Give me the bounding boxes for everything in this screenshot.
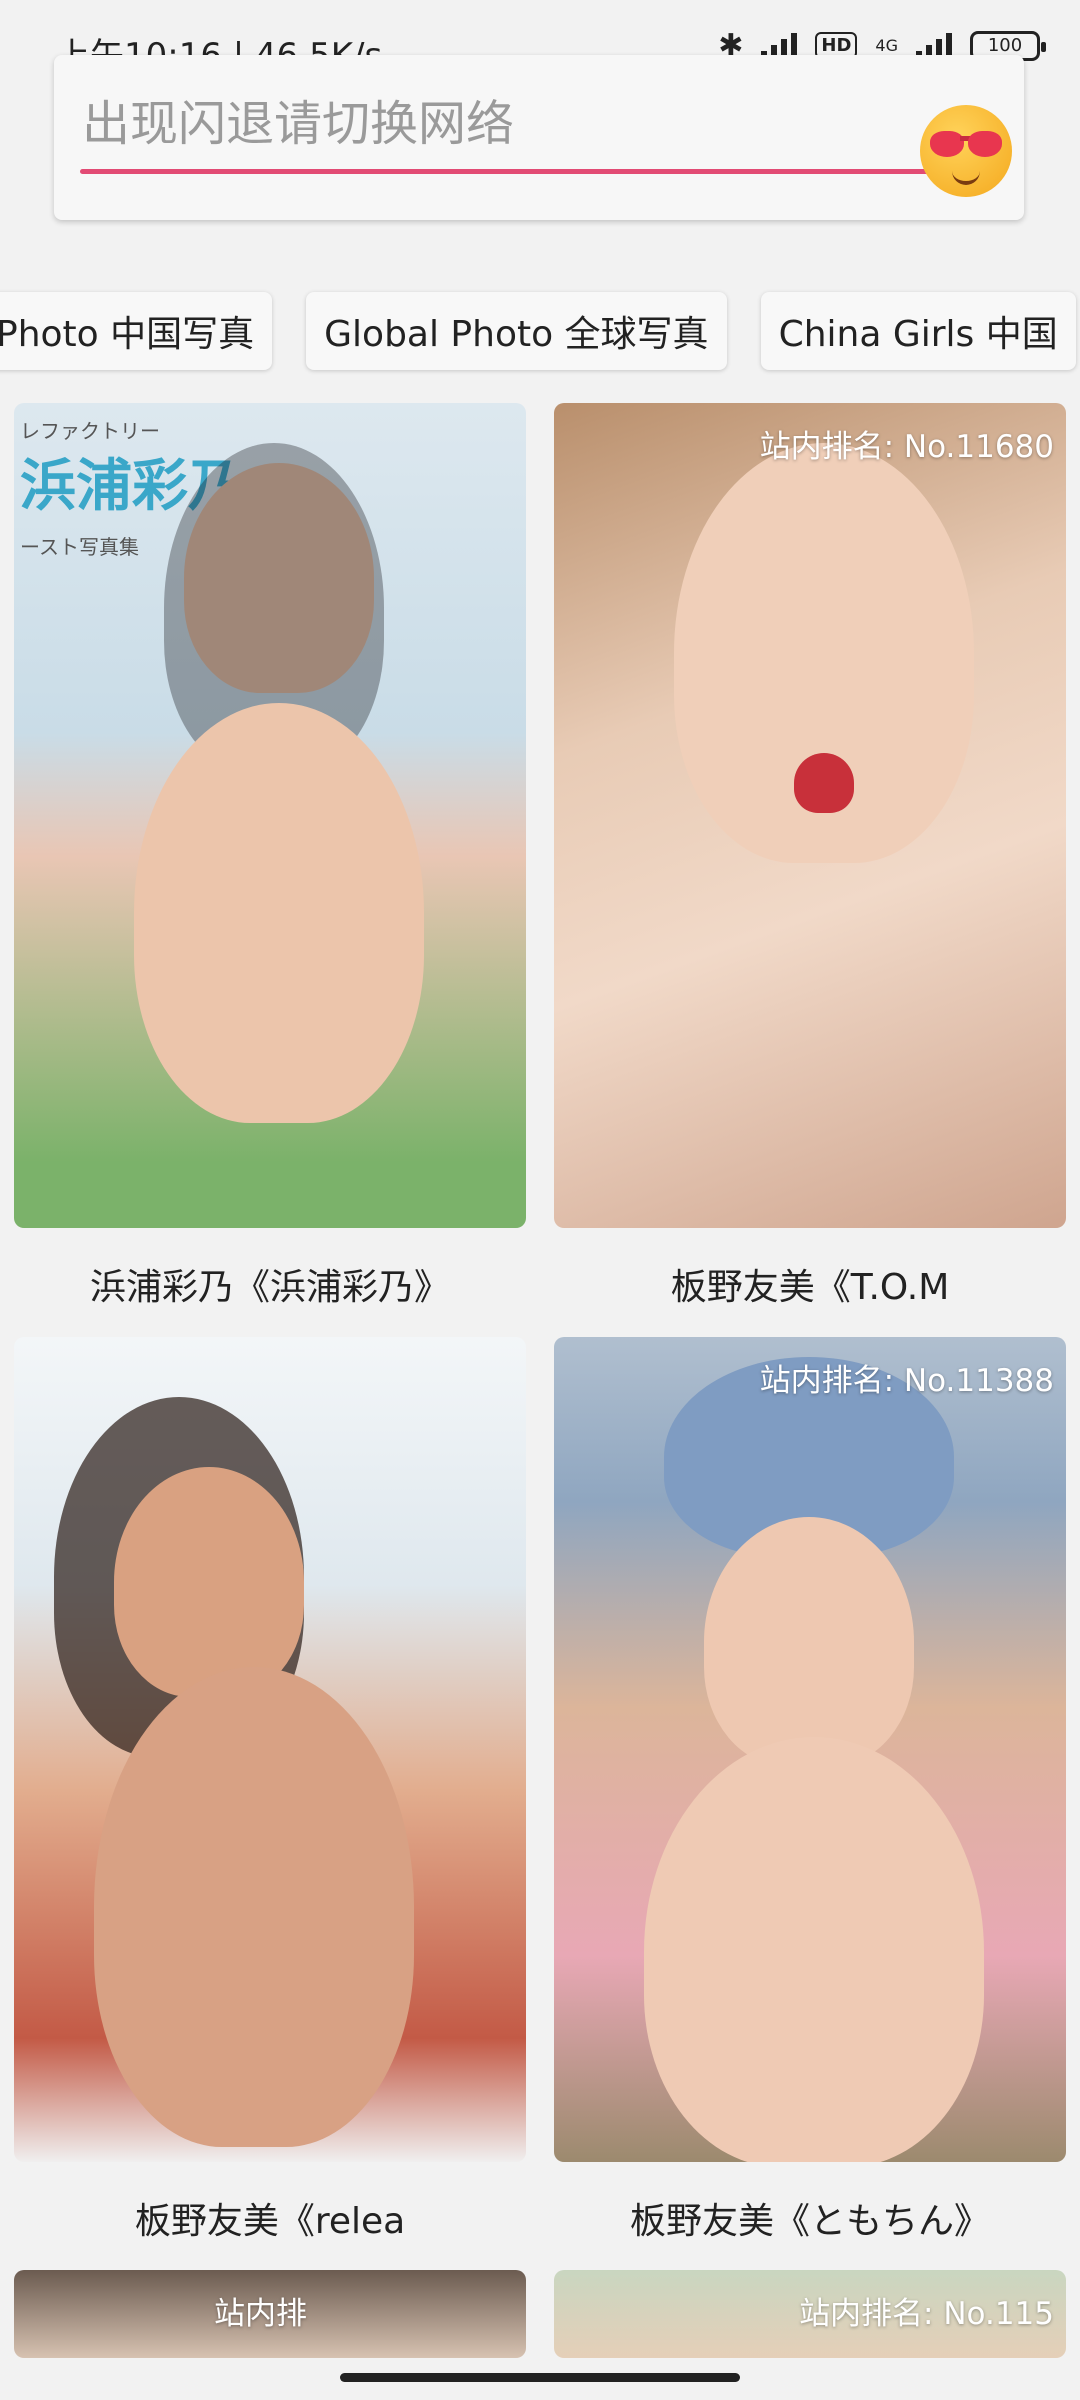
strawberry <box>794 753 854 813</box>
category-chip-global-photo[interactable]: Global Photo 全球写真 <box>306 292 727 370</box>
cover-photo[interactable]: 站内排 <box>14 2270 526 2358</box>
search-input[interactable] <box>80 95 924 153</box>
sunglasses-left-lens <box>930 131 964 157</box>
card-caption[interactable]: 板野友美《relea <box>14 2192 526 2244</box>
gallery-card[interactable]: レファクトリー 浜浦彩乃 ースト写真集 <box>14 403 526 1228</box>
cover-photo[interactable] <box>14 1337 526 2162</box>
category-tabs: Photo 中国写真 Global Photo 全球写真 China Girls… <box>0 292 1076 372</box>
gallery-card[interactable]: 站内排名: No.115 <box>554 2270 1066 2358</box>
sunglasses-right-lens <box>968 131 1002 157</box>
gallery-card[interactable]: 站内排名: No.11680 <box>554 403 1066 1228</box>
category-chip-china-photo[interactable]: Photo 中国写真 <box>0 292 273 370</box>
smile-icon <box>952 171 980 185</box>
battery-level: 100 <box>987 35 1023 56</box>
rank-badge: 站内排名: No.11680 <box>759 429 1054 465</box>
cover-photo[interactable]: 站内排名: No.11388 <box>554 1337 1066 2162</box>
rank-badge: 站内排 <box>214 2296 307 2332</box>
card-caption[interactable]: 板野友美《ともちん》 <box>554 2192 1066 2244</box>
person-body <box>644 1737 984 2162</box>
sunglasses-emoji-avatar[interactable] <box>920 105 1012 197</box>
person-figure <box>704 1517 914 1767</box>
card-caption[interactable]: 板野友美《T.O.M <box>554 1258 1066 1310</box>
person-body <box>134 703 424 1123</box>
card-caption[interactable]: 浜浦彩乃《浜浦彩乃》 <box>14 1258 526 1310</box>
home-indicator[interactable] <box>340 2373 740 2382</box>
search-underline <box>80 169 972 174</box>
gallery-card[interactable]: 站内排 <box>14 2270 526 2358</box>
person-figure <box>114 1467 304 1697</box>
cover-top-text: レファクトリー <box>20 419 160 443</box>
person-body <box>94 1667 414 2147</box>
category-chip-china-girls[interactable]: China Girls 中国 <box>760 292 1076 370</box>
rank-badge: 站内排名: No.11388 <box>759 1363 1054 1399</box>
cover-photo[interactable]: 站内排名: No.115 <box>554 2270 1066 2358</box>
cover-photo[interactable]: レファクトリー 浜浦彩乃 ースト写真集 <box>14 403 526 1228</box>
search-card <box>54 55 1024 220</box>
gallery-card[interactable]: 站内排名: No.11388 <box>554 1337 1066 2162</box>
rank-badge: 站内排名: No.115 <box>799 2296 1054 2332</box>
gallery-card[interactable] <box>14 1337 526 2162</box>
network-type: 4G <box>875 36 898 55</box>
cover-subtitle: ースト写真集 <box>20 535 139 559</box>
cover-photo[interactable]: 站内排名: No.11680 <box>554 403 1066 1228</box>
